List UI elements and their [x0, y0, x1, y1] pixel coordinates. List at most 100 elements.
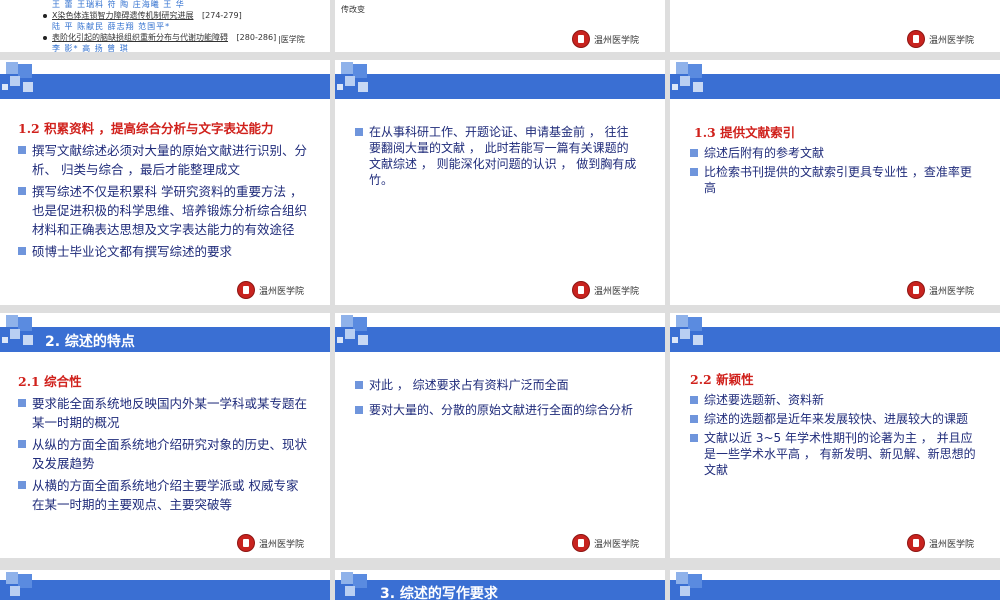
- slide-content: 2.2 新颖性 综述要选题新、资料新 综述的选题都是近年来发展较快、进展较大的课…: [690, 369, 980, 481]
- bullet-item: 硕博士毕业论文都有撰写综述的要求: [18, 242, 308, 261]
- bullet-square-icon: [690, 168, 698, 176]
- decor-square: [18, 574, 32, 588]
- section-heading: 1.2 积累资料 ，提高综合分析与文字表达能力: [18, 121, 274, 136]
- bullet-text: 撰写文献综述必须对大量的原始文献进行识别、分析、 归类与综合 ，最后才能整理成文: [32, 143, 308, 177]
- seal-icon: [906, 281, 925, 299]
- bullet-text: 硕博士毕业论文都有撰写综述的要求: [32, 244, 233, 259]
- bullet-item: 撰写文献综述必须对大量的原始文献进行识别、分析、 归类与综合 ，最后才能整理成文: [18, 141, 308, 179]
- slide-title: 2. 综述的特点: [45, 334, 135, 350]
- school-logo: 温州医学院: [906, 534, 974, 552]
- header-band: 3. 综述的写作要求: [335, 580, 665, 600]
- bullet-item: 对此 ， 综述要求占有资料广泛而全面: [355, 377, 639, 393]
- ref-title-2-text: 表阶化引起的脑缺损组织重新分布与代谢功能障碍: [52, 33, 228, 42]
- decor-square: [18, 64, 32, 78]
- logo-text: 温州医学院: [593, 35, 639, 46]
- text-fragment: 传改变: [341, 5, 365, 14]
- ref-authors-3: 李 影* 高 扬 曾 琪: [52, 44, 129, 52]
- header-band: [0, 580, 330, 600]
- decor-square: [680, 76, 690, 86]
- decor-square: [23, 82, 33, 92]
- decor-square: [358, 82, 368, 92]
- bullet-item: 在从事科研工作、开题论证、申请基金前 ， 往往要翻阅大量的文献 ， 此时若能写一…: [355, 124, 639, 188]
- seal-icon: [236, 534, 255, 552]
- logo-text: 温州医学院: [928, 539, 974, 550]
- bullet-text: 从纵的方面全面系统地介绍研究对象的历史、现状 及发展趋势: [32, 437, 308, 471]
- decor-square: [676, 62, 688, 74]
- bullet-dot: [43, 36, 47, 40]
- section-heading: 2.2 新颖性: [690, 372, 754, 387]
- header-band: [335, 74, 665, 99]
- slide-top-right-partial: 温州医学院: [670, 0, 1000, 52]
- bullet-square-icon: [355, 381, 363, 389]
- decor-square: [10, 586, 20, 596]
- school-logo: 温州医学院: [571, 534, 639, 552]
- header-band: 2. 综述的特点: [0, 327, 330, 352]
- slide-content: 对此 ， 综述要求占有资料广泛而全面 要对大量的、分散的原始文献进行全面的综合分…: [355, 377, 639, 423]
- seal-icon: [571, 281, 590, 299]
- slide-title: 3. 综述的写作要求: [380, 586, 498, 600]
- decor-square: [353, 574, 367, 588]
- logo-text: 温州医学院: [593, 286, 639, 297]
- bullet-square-icon: [18, 146, 26, 154]
- decor-square: [688, 64, 702, 78]
- seal-icon: [571, 30, 590, 48]
- bullet-square-icon: [18, 440, 26, 448]
- slide-1-3-index: 1.3 提供文献索引 综述后附有的参考文献 比检索书刊提供的文献索引更具专业性 …: [670, 60, 1000, 305]
- bullet-text: 撰写综述不仅是积累科 学研究资料的重要方法 ，也是促进积极的科学思维、培养锻炼分…: [32, 184, 308, 237]
- decor-square: [672, 84, 678, 90]
- bullet-text: 要对大量的、分散的原始文献进行全面的综合分析: [369, 403, 634, 417]
- decor-square: [353, 64, 367, 78]
- school-logo: 温州医学院: [906, 30, 974, 48]
- decor-square: [6, 62, 18, 74]
- bullet-item: 从横的方面全面系统地介绍主要学派或 权威专家在某一时期的主要观点、主要突破等: [18, 476, 308, 514]
- slide-top-middle-partial: 传改变 温州医学院: [335, 0, 665, 52]
- bullet-item: 综述要选题新、资料新: [690, 392, 980, 408]
- ref-title-1-text: X染色体连锁智力障碍遗传机制研究进展: [52, 11, 194, 20]
- bullet-item: 综述后附有的参考文献: [690, 145, 982, 161]
- bullet-text: 综述要选题新、资料新: [704, 393, 825, 407]
- bullet-item: 比检索书刊提供的文献索引更具专业性 ，查准率更高: [690, 164, 982, 196]
- section-heading: 2.1 综合性: [18, 374, 82, 389]
- logo-text: 温州医学院: [258, 539, 304, 550]
- decor-square: [2, 337, 8, 343]
- school-logo: 温州医学院: [906, 281, 974, 299]
- decor-square: [345, 329, 355, 339]
- ref-authors-2: 陆 平 陈献民 薛志翔 范国平*: [52, 22, 171, 31]
- logo-text: 温州医学院: [258, 286, 304, 297]
- bullet-text: 综述后附有的参考文献: [704, 146, 825, 160]
- slide-content: 1.2 积累资料 ，提高综合分析与文字表达能力 撰写文献综述必须对大量的原始文献…: [18, 118, 308, 264]
- bullet-item: 文献以近 3~5 年学术性期刊的论著为主 ， 并且应是一些学术水平高 ， 有新发…: [690, 430, 980, 478]
- decor-square: [18, 317, 32, 331]
- bullet-square-icon: [18, 399, 26, 407]
- header-band: [670, 74, 1000, 99]
- slide-bottom-left-partial: [0, 570, 330, 600]
- decor-square: [688, 574, 702, 588]
- bullet-square-icon: [18, 481, 26, 489]
- bullet-square-icon: [355, 128, 363, 136]
- bullet-item: 要求能全面系统地反映国内外某一学科或某专题在某一时期的概况: [18, 394, 308, 432]
- decor-square: [2, 84, 8, 90]
- seal-icon: [571, 534, 590, 552]
- seal-icon: [906, 30, 925, 48]
- slide-2-2-novelty: 2.2 新颖性 综述要选题新、资料新 综述的选题都是近年来发展较快、进展较大的课…: [670, 313, 1000, 558]
- decor-square: [345, 586, 355, 596]
- school-logo: 温州医学院: [571, 281, 639, 299]
- logo-text: 温州医学院: [928, 35, 974, 46]
- slide-content: 在从事科研工作、开题论证、申请基金前 ， 往往要翻阅大量的文献 ， 此时若能写一…: [355, 124, 639, 191]
- decor-square: [688, 317, 702, 331]
- decor-square: [341, 572, 353, 584]
- bullet-square-icon: [690, 149, 698, 157]
- bullet-square-icon: [690, 434, 698, 442]
- decor-square: [693, 82, 703, 92]
- slide-3-writing-requirements: 3. 综述的写作要求: [335, 570, 665, 600]
- school-logo: 温州医学院: [236, 534, 304, 552]
- decor-square: [676, 315, 688, 327]
- bullet-text: 在从事科研工作、开题论证、申请基金前 ， 往往要翻阅大量的文献 ， 此时若能写一…: [369, 125, 637, 187]
- decor-square: [337, 84, 343, 90]
- bullet-text: 从横的方面全面系统地介绍主要学派或 权威专家在某一时期的主要观点、主要突破等: [32, 478, 299, 512]
- bullet-item: 综述的选题都是近年来发展较快、进展较大的课题: [690, 411, 980, 427]
- bullet-text: 对此 ， 综述要求占有资料广泛而全面: [369, 378, 569, 392]
- decor-square: [680, 586, 690, 596]
- logo-text: 温州医学院: [928, 286, 974, 297]
- decor-square: [693, 335, 703, 345]
